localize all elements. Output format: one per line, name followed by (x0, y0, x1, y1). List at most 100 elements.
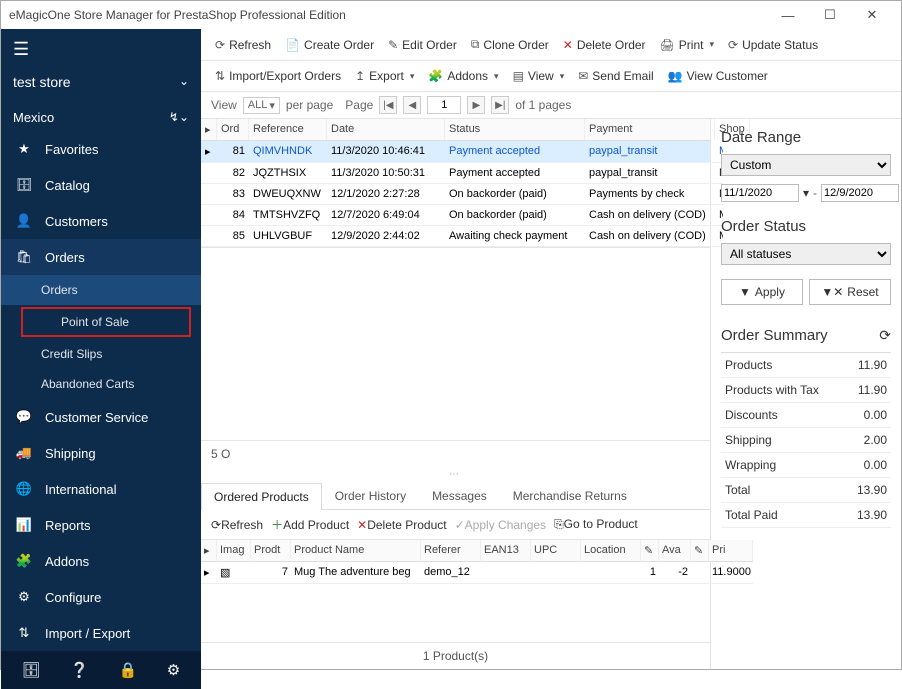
sidebar-item-favorites[interactable]: ★Favorites (1, 131, 201, 167)
store-selector[interactable]: test store ⌄ (1, 70, 201, 104)
sidebar-sub-point-of-sale[interactable]: Point of Sale (21, 307, 191, 337)
col-upc[interactable]: UPC (531, 540, 581, 562)
page-input[interactable] (427, 96, 461, 114)
refresh-button[interactable]: ⟳Refresh (211, 36, 275, 54)
create-order-button[interactable]: 📄Create Order (281, 36, 378, 54)
order-row[interactable]: 82JQZTHSIX11/3/2020 10:50:31Payment acce… (201, 163, 710, 184)
sliders-icon: ⚙ (15, 589, 33, 605)
col-edit-icon[interactable]: ✎ (691, 540, 709, 562)
clone-order-button[interactable]: ⧉Clone Order (467, 35, 553, 54)
sidebar-item-customers[interactable]: 👤Customers (1, 203, 201, 239)
date-range-mode[interactable]: Custom (721, 154, 891, 176)
sidebar-item-shipping[interactable]: 🚚Shipping (1, 435, 201, 471)
right-panel: Date Range Custom ▾ - ▾ Order Status All… (711, 119, 901, 669)
col-order-id[interactable]: Ord (217, 119, 249, 140)
col-status[interactable]: Status (445, 119, 585, 140)
dropdown-icon[interactable]: ▾ (803, 186, 809, 200)
last-page-button[interactable]: ▶| (491, 96, 509, 114)
splitter-handle[interactable]: ⋯ (201, 467, 710, 482)
maximize-button[interactable]: ☐ (809, 1, 851, 29)
reset-button[interactable]: ▼✕Reset (809, 279, 891, 305)
col-prod-id[interactable]: Prodt (251, 540, 291, 562)
person-icon: 👤 (15, 213, 33, 229)
go-to-product-button[interactable]: ⎘Go to Product (554, 517, 638, 532)
tab-order-history[interactable]: Order History (322, 482, 419, 509)
order-row[interactable]: ▸81QIMVHNDK11/3/2020 10:46:41Payment acc… (201, 141, 710, 163)
add-product-button[interactable]: ＋Add Product (271, 516, 349, 533)
sidebar-item-international[interactable]: 🌐International (1, 471, 201, 507)
archive-icon[interactable]: 🗄 (22, 661, 41, 679)
x-icon: ✕ (357, 518, 367, 532)
sidebar-item-import-export[interactable]: ⇅Import / Export (1, 615, 201, 651)
col-product-name[interactable]: Product Name (291, 540, 421, 562)
apply-button[interactable]: ▼Apply (721, 279, 803, 305)
edit-order-button[interactable]: ✎Edit Order (384, 36, 461, 54)
gear-icon[interactable]: ⚙ (167, 661, 180, 679)
clone-icon: ⧉ (471, 37, 480, 52)
prev-page-button[interactable]: ◀ (403, 96, 421, 114)
country-selector[interactable]: Mexico ↯⌄ (1, 104, 201, 131)
addons-toolbar-button[interactable]: 🧩Addons (424, 67, 502, 85)
order-date: 11/3/2020 10:50:31 (327, 163, 445, 184)
col-ean13[interactable]: EAN13 (481, 540, 531, 562)
first-page-button[interactable]: |◀ (379, 96, 397, 114)
delete-product-button[interactable]: ✕Delete Product (357, 518, 446, 532)
export-button[interactable]: ↥Export (351, 67, 418, 85)
col-image[interactable]: Imag (217, 540, 251, 562)
col-reference[interactable]: Reference (249, 119, 327, 140)
order-status-select[interactable]: All statuses (721, 243, 891, 265)
tab-messages[interactable]: Messages (419, 482, 500, 509)
next-page-button[interactable]: ▶ (467, 96, 485, 114)
funnel-x-icon: ▼✕ (821, 285, 843, 299)
sidebar-item-configure[interactable]: ⚙ Configure (1, 579, 201, 615)
sidebar-sub-credit-slips[interactable]: Credit Slips (1, 339, 201, 369)
view-customer-button[interactable]: 👥View Customer (664, 67, 772, 85)
orders-grid: ▸ Ord Reference Date Status Payment Shop… (201, 119, 710, 248)
send-email-button[interactable]: ✉Send Email (574, 67, 657, 85)
order-row[interactable]: 84TMTSHVZFQ12/7/2020 6:49:04On backorder… (201, 205, 710, 226)
sidebar-label: Configure (45, 590, 101, 605)
tab-merchandise-returns[interactable]: Merchandise Returns (500, 482, 640, 509)
col-qty-icon[interactable]: ✎ (641, 540, 659, 562)
col-location[interactable]: Location (581, 540, 641, 562)
col-referer[interactable]: Referer (421, 540, 481, 562)
print-button[interactable]: 🖨Print (656, 36, 718, 54)
minimize-button[interactable]: — (767, 1, 809, 29)
sidebar-item-orders[interactable]: 🛍Orders (1, 239, 201, 275)
import-export-orders-button[interactable]: ⇅Import/Export Orders (211, 67, 345, 85)
order-row[interactable]: 83DWEUQXNW12/1/2020 2:27:28On backorder … (201, 184, 710, 205)
col-payment[interactable]: Payment (585, 119, 715, 140)
sidebar-sub-orders[interactable]: Orders (1, 275, 201, 305)
date-from-input[interactable] (721, 184, 799, 202)
summary-label: Shipping (725, 433, 772, 447)
summary-refresh-icon[interactable]: ⟳ (879, 327, 891, 344)
order-status: Payment accepted (445, 163, 585, 184)
product-row[interactable]: ▸ ▧ 7 Mug The adventure beg demo_12 1 -2… (201, 562, 710, 584)
lock-icon[interactable]: 🔒 (119, 661, 138, 679)
order-row[interactable]: 85UHLVGBUF12/9/2020 2:44:02Awaiting chec… (201, 226, 710, 247)
view-button[interactable]: ▤View (509, 67, 569, 85)
funnel-icon: ▼ (739, 285, 751, 299)
tab-ordered-products[interactable]: Ordered Products (201, 483, 322, 510)
products-refresh-button[interactable]: ⟳Refresh (211, 518, 263, 532)
sidebar-sub-abandoned-carts[interactable]: Abandoned Carts (1, 369, 201, 399)
sidebar-item-customer-service[interactable]: 💬Customer Service (1, 399, 201, 435)
per-page-dropdown[interactable]: ALL ▾ (243, 97, 280, 114)
order-payment: paypal_transit (585, 163, 715, 184)
sidebar-item-addons[interactable]: 🧩Addons (1, 543, 201, 579)
date-to-input[interactable] (821, 184, 899, 202)
col-available[interactable]: Ava (659, 540, 691, 562)
help-icon[interactable]: ❔ (70, 661, 89, 679)
delete-order-button[interactable]: ✕Delete Order (559, 36, 650, 54)
col-date[interactable]: Date (327, 119, 445, 140)
refresh-icon: ⟳ (211, 518, 221, 532)
summary-label: Products (725, 358, 772, 372)
order-reference: TMTSHVZFQ (249, 205, 327, 226)
close-button[interactable]: ✕ (851, 1, 893, 29)
sidebar-label: Reports (45, 518, 91, 533)
catalog-icon: 🗄 (15, 177, 33, 193)
sidebar-item-catalog[interactable]: 🗄Catalog (1, 167, 201, 203)
hamburger-icon[interactable]: ☰ (1, 29, 201, 70)
sidebar-item-reports[interactable]: 📊Reports (1, 507, 201, 543)
update-status-button[interactable]: ⟳Update Status (724, 36, 822, 54)
